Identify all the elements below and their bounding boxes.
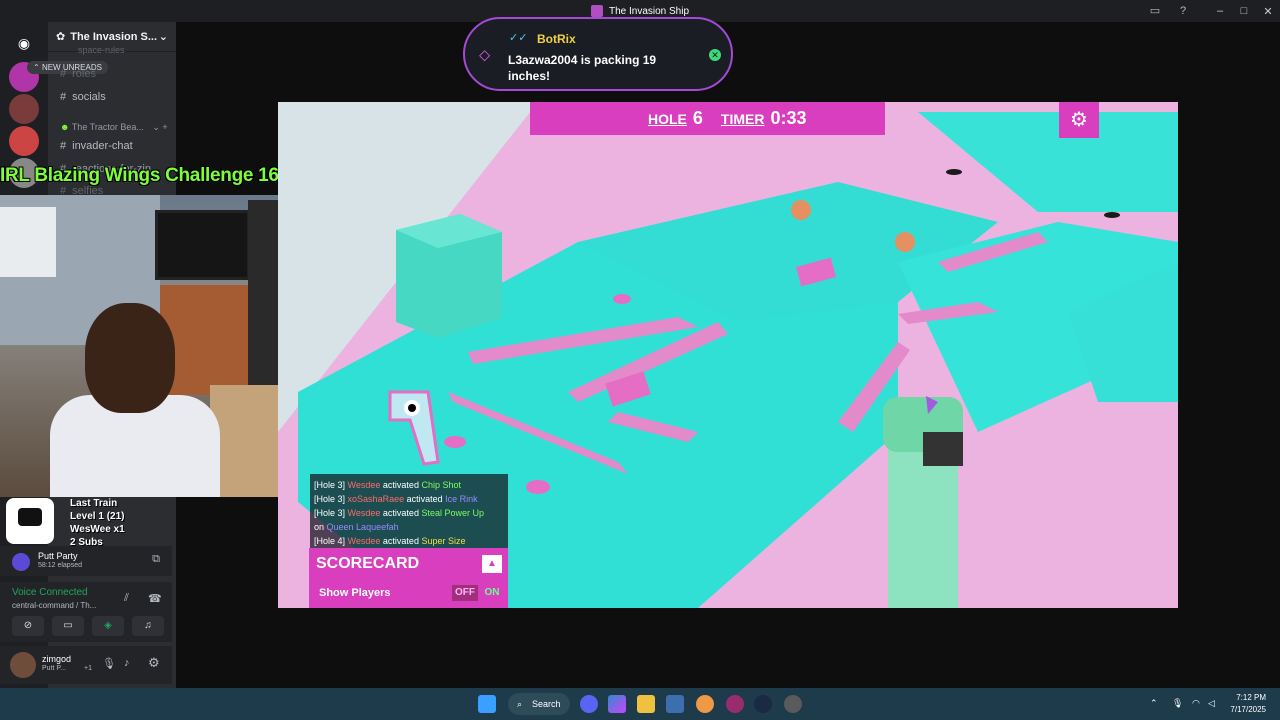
- minimize-button[interactable]: –: [1208, 5, 1232, 17]
- hash-icon: #: [60, 140, 67, 152]
- mic-icon[interactable]: 🎙︎: [102, 657, 116, 670]
- avatar[interactable]: [10, 652, 36, 678]
- alert-message: L3azwa2004 is packing 19 inches!: [508, 53, 657, 83]
- last-train-level: Level 1 (21): [70, 511, 125, 522]
- activity-panel[interactable]: Putt Party 58:12 elapsed ⧉: [0, 546, 172, 576]
- disconnect-icon[interactable]: ☎: [148, 592, 162, 605]
- event-log-row: [Hole 3] xoSashaRaee activated Ice Rink: [314, 494, 478, 504]
- system-clock[interactable]: 7:12 PM 7/17/2025: [1230, 692, 1266, 716]
- window-title: The Invasion Ship: [608, 5, 690, 17]
- store-icon[interactable]: [666, 695, 684, 713]
- challenge-counter: IRL Blazing Wings Challenge 16 / 100: [0, 165, 325, 186]
- tray-mic-icon[interactable]: 🎙︎: [1172, 698, 1183, 709]
- server-icon-3[interactable]: [9, 126, 39, 156]
- steam-icon[interactable]: [754, 695, 772, 713]
- app-icon-game[interactable]: [784, 695, 802, 713]
- user-status: Putt P...: [42, 665, 66, 672]
- last-train-user: WesWee x1: [70, 524, 125, 535]
- headphones-icon[interactable]: ♪: [124, 657, 130, 669]
- last-train-widget: Last Train Level 1 (21) WesWee x1 2 Subs: [70, 497, 125, 549]
- soundboard-button[interactable]: ♫: [132, 616, 164, 636]
- app-icon: [590, 5, 603, 17]
- inbox-icon[interactable]: ▭: [1148, 4, 1162, 18]
- discord-home-icon[interactable]: ◉: [9, 28, 39, 58]
- show-players-label: Show Players: [319, 587, 391, 599]
- event-log-row: [Hole 4] Wesdee activated Super Size: [314, 536, 466, 546]
- maximize-button[interactable]: □: [1232, 5, 1256, 17]
- activity-button[interactable]: ◈: [92, 616, 124, 636]
- show-players-off-toggle[interactable]: OFF: [452, 585, 478, 601]
- activity-name: Putt Party: [38, 551, 78, 561]
- taskbar-search[interactable]: ⌕ Search: [508, 693, 570, 715]
- game-settings-button[interactable]: ⚙: [1059, 102, 1099, 138]
- user-status-extra: +1: [84, 665, 92, 672]
- chevron-down-icon: ⌄: [158, 31, 168, 43]
- start-icon[interactable]: [478, 695, 496, 713]
- event-log-row: [Hole 3] Wesdee activated Steal Power Up: [314, 508, 484, 518]
- channel-socials[interactable]: # socials: [60, 91, 106, 103]
- close-button[interactable]: ✕: [1256, 5, 1280, 18]
- camera-off-button[interactable]: ⊘: [12, 616, 44, 636]
- search-icon: ⌕: [517, 699, 523, 709]
- activity-icon: [12, 553, 30, 571]
- webcam-feed: [0, 195, 310, 497]
- tray-chevron-icon[interactable]: ⌃: [1150, 698, 1158, 709]
- screen-share-button[interactable]: ▭: [52, 616, 84, 636]
- volume-icon[interactable]: ◁: [1208, 698, 1215, 709]
- server-icon-2[interactable]: [9, 94, 39, 124]
- alien-icon: ☻: [60, 122, 72, 132]
- train-icon: [6, 498, 54, 544]
- category-tractor-beam[interactable]: ☻ The Tractor Bea... ⌄ +: [60, 122, 168, 133]
- close-icon[interactable]: ✕: [709, 49, 721, 61]
- webcam-person-head: [85, 303, 175, 413]
- hash-icon: #: [60, 68, 67, 80]
- taskbar: ⌕ Search ⌃ 🎙︎ ◠ ◁ 7:12 PM 7/17/2025: [0, 688, 1280, 720]
- user-panel: zimgod Putt P... +1 🎙︎ ♪ ⚙: [0, 646, 172, 684]
- guild-icon: ✿: [56, 31, 66, 43]
- last-train-title: Last Train: [70, 498, 118, 509]
- webcam-monitor: [155, 210, 250, 280]
- channel-space-rules[interactable]: space-rules: [78, 45, 125, 55]
- scorecard-title: SCORECARD: [316, 555, 420, 572]
- help-icon[interactable]: ?: [1176, 4, 1190, 18]
- alert-sender: BotRix: [537, 32, 576, 46]
- file-explorer-icon[interactable]: [637, 695, 655, 713]
- show-players-on-toggle[interactable]: ON: [481, 585, 503, 601]
- copilot-icon[interactable]: [608, 695, 626, 713]
- event-log-row: [Hole 3] Wesdee activated Chip Shot: [314, 480, 461, 490]
- gear-icon[interactable]: ⚙: [148, 655, 160, 671]
- pin-icon: ⬦: [479, 47, 491, 64]
- channel-invader-chat[interactable]: # invader-chat: [60, 140, 133, 152]
- scorecard-expand-button[interactable]: ▲: [482, 555, 502, 573]
- timer-value: 0:33: [770, 108, 807, 128]
- gear-icon: ⚙: [1070, 109, 1088, 131]
- game-hud: HOLE 6 TIMER 0:33: [530, 102, 885, 135]
- window-controls: – □ ✕: [1208, 0, 1280, 22]
- hash-icon: #: [60, 91, 67, 103]
- hole-label: HOLE: [648, 110, 687, 127]
- voice-channel[interactable]: central-command / Th...: [12, 601, 96, 610]
- hole-number: 6: [692, 108, 703, 128]
- webcam-whiteboard: [0, 207, 56, 277]
- activity-elapsed: 58:12 elapsed: [38, 562, 82, 569]
- app-icon-obs[interactable]: [726, 695, 744, 713]
- event-log: [Hole 3] Wesdee activated Chip Shot [Hol…: [310, 474, 508, 548]
- wifi-icon[interactable]: ◠: [1192, 698, 1200, 709]
- channel-roles[interactable]: # roles: [60, 68, 96, 80]
- verified-badge-icon: ✓✓: [509, 32, 528, 44]
- activity-popout-icon[interactable]: ⧉: [152, 553, 160, 566]
- scorecard-panel: SCORECARD ▲ Show Players OFF ON: [309, 548, 508, 608]
- botrix-alert: ⬦ ✓✓ BotRix L3azwa2004 is packing 19 inc…: [463, 17, 733, 91]
- chrome-icon[interactable]: [696, 695, 714, 713]
- event-log-row: on Queen Laqueefah: [314, 522, 399, 532]
- voice-status: Voice Connected: [12, 587, 88, 598]
- discord-taskbar-icon[interactable]: [580, 695, 598, 713]
- guild-name: The Invasion S...: [70, 30, 158, 43]
- webcam-dresser: [160, 285, 260, 395]
- timer-label: TIMER: [720, 110, 765, 127]
- user-name: zimgod: [42, 654, 72, 664]
- noise-suppression-icon[interactable]: ⫽: [124, 592, 129, 605]
